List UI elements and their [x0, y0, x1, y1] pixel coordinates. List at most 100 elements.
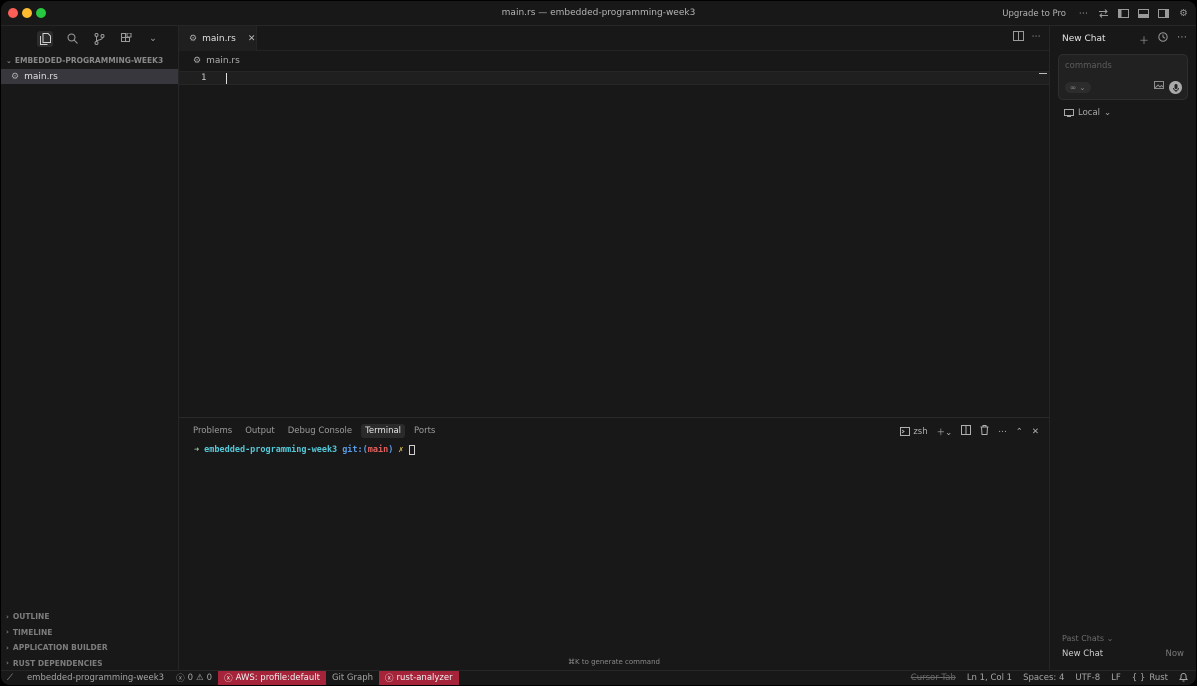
swap-icon[interactable]: [1097, 7, 1110, 20]
past-chat-name: New Chat: [1062, 649, 1104, 659]
git-graph-label: Git Graph: [331, 673, 373, 683]
workspace-folder-header[interactable]: ⌄ EMBEDDED-PROGRAMMING-WEEK3: [1, 53, 178, 68]
close-tab-icon[interactable]: ✕: [248, 34, 256, 44]
sidebar-sections: › OUTLINE › TIMELINE › APPLICATION BUILDER …: [1, 609, 178, 671]
source-control-icon[interactable]: [91, 31, 107, 47]
chat-title: New Chat: [1062, 33, 1106, 44]
language-label: Rust: [1149, 673, 1168, 683]
tab-output[interactable]: Output: [245, 426, 275, 436]
more-icon[interactable]: ⋯: [1032, 31, 1042, 44]
line-number: 1: [201, 73, 207, 83]
more-icon[interactable]: ⋯: [998, 427, 1007, 437]
terminal-prompt[interactable]: ➜ embedded-programming-week3 git:(main) …: [179, 444, 1049, 456]
problems-status[interactable]: ⓧ 0 ⚠ 0: [170, 671, 218, 685]
section-rust-dependencies[interactable]: › RUST DEPENDENCIES: [1, 656, 178, 672]
chevron-right-icon: ›: [6, 612, 9, 621]
model-label: ∞: [1070, 83, 1077, 92]
past-chats-label: Past Chats: [1062, 634, 1105, 643]
code-line-1[interactable]: 1: [179, 71, 1049, 85]
section-label: OUTLINE: [12, 612, 50, 622]
chevron-down-icon[interactable]: ⌄: [145, 31, 161, 47]
section-label: TIMELINE: [12, 627, 53, 637]
chevron-down-icon: ⌄: [1106, 634, 1114, 643]
search-icon[interactable]: [64, 31, 80, 47]
file-name: main.rs: [24, 71, 58, 82]
prompt-directory: embedded-programming-week3: [204, 445, 338, 455]
upgrade-to-pro-link[interactable]: Upgrade to Pro: [1002, 9, 1066, 19]
text-cursor: [226, 73, 227, 84]
chevron-down-icon: ⌄: [6, 56, 12, 65]
toggle-panel-icon[interactable]: [1137, 7, 1150, 20]
section-outline[interactable]: › OUTLINE: [1, 609, 178, 625]
more-icon[interactable]: ⋯: [1077, 7, 1090, 20]
chat-input-placeholder: commands: [1065, 61, 1112, 71]
trash-icon[interactable]: [980, 425, 989, 438]
rust-file-icon: ⚙: [193, 56, 202, 66]
prompt-git-prefix: git:(: [342, 445, 368, 455]
section-application-builder[interactable]: › APPLICATION BUILDER: [1, 640, 178, 656]
past-chats-header[interactable]: Past Chats ⌄: [1062, 634, 1113, 643]
title-bar: main.rs — embedded-programming-week3 Upg…: [1, 1, 1196, 26]
rust-analyzer-status[interactable]: ⓧ rust-analyzer: [379, 671, 459, 685]
prompt-branch: main: [367, 445, 389, 455]
new-chat-plus-icon[interactable]: ＋: [1139, 32, 1149, 47]
maximize-panel-chevron-up-icon[interactable]: ⌃: [1016, 427, 1023, 437]
end-of-line[interactable]: LF: [1111, 673, 1121, 683]
mic-icon[interactable]: [1169, 81, 1182, 94]
chevron-down-icon: ⌄: [1079, 83, 1086, 92]
git-graph-button[interactable]: Git Graph: [326, 671, 379, 685]
bell-icon[interactable]: [1179, 672, 1188, 685]
aws-profile-status[interactable]: ⓧ AWS: profile:default: [218, 671, 326, 685]
prompt-dirty-mark: ✗: [398, 445, 404, 455]
rust-file-icon: ⚙: [11, 71, 20, 82]
more-icon[interactable]: ⋯: [1177, 32, 1187, 47]
status-bar-right: Cursor Tab Ln 1, Col 1 Spaces: 4 UTF-8 L…: [911, 671, 1188, 685]
new-terminal-plus-icon[interactable]: ＋⌄: [937, 426, 953, 438]
errors-count: 0: [187, 673, 194, 683]
history-icon[interactable]: [1158, 32, 1168, 47]
prompt-arrow: ➜: [194, 445, 200, 455]
local-label: Local: [1078, 108, 1101, 118]
close-panel-icon[interactable]: ✕: [1032, 427, 1039, 437]
editor-actions: ⋯: [1012, 31, 1042, 44]
terminal-cursor: [408, 445, 415, 455]
terminal-selector[interactable]: zsh: [900, 426, 928, 437]
section-timeline[interactable]: › TIMELINE: [1, 625, 178, 641]
past-chat-item[interactable]: New Chat Now: [1062, 649, 1184, 659]
tab-debug-console[interactable]: Debug Console: [288, 426, 352, 436]
toggle-sidebar-icon[interactable]: [1117, 7, 1130, 20]
tab-main-rs[interactable]: ⚙ main.rs ✕: [179, 26, 257, 51]
remote-indicator[interactable]: ⟋: [1, 671, 19, 685]
shell-label: zsh: [913, 426, 928, 437]
breadcrumb[interactable]: ⚙ main.rs: [179, 51, 1049, 71]
bottom-panel: Problems Output Debug Console Terminal P…: [179, 417, 1049, 675]
settings-gear-icon[interactable]: ⚙: [1177, 7, 1190, 20]
chat-input-box[interactable]: commands ∞ ⌄: [1058, 54, 1188, 100]
split-editor-icon[interactable]: [1012, 31, 1024, 44]
cursor-tab-status[interactable]: Cursor Tab: [911, 673, 956, 683]
image-icon[interactable]: [1154, 81, 1164, 92]
cursor-position[interactable]: Ln 1, Col 1: [967, 673, 1012, 683]
braces-icon: { }: [1131, 673, 1146, 683]
tab-terminal[interactable]: Terminal: [361, 424, 406, 438]
extensions-icon[interactable]: [118, 31, 134, 47]
toggle-secondary-sidebar-icon[interactable]: [1157, 7, 1170, 20]
warnings-count: 0: [206, 673, 213, 683]
rust-analyzer-label: rust-analyzer: [396, 673, 453, 683]
branch-status[interactable]: embedded-programming-week3: [19, 671, 170, 685]
chevron-right-icon: ›: [6, 628, 9, 637]
file-item-main-rs[interactable]: ⚙ main.rs: [1, 69, 178, 84]
language-mode[interactable]: { } Rust: [1132, 673, 1168, 683]
indentation[interactable]: Spaces: 4: [1023, 673, 1064, 683]
editor-tab-bar: ⚙ main.rs ✕ ⋯: [179, 26, 1049, 51]
remote-icon: ⟋: [7, 673, 13, 683]
tab-problems[interactable]: Problems: [193, 426, 232, 436]
explorer-icon[interactable]: [37, 30, 53, 47]
minimap[interactable]: [1039, 73, 1047, 74]
local-mode-selector[interactable]: Local ⌄: [1064, 108, 1196, 118]
model-selector[interactable]: ∞ ⌄: [1065, 82, 1091, 93]
tab-ports[interactable]: Ports: [414, 426, 435, 436]
aws-label: AWS: profile:default: [235, 673, 320, 683]
encoding[interactable]: UTF-8: [1075, 673, 1100, 683]
split-terminal-icon[interactable]: [961, 425, 972, 438]
